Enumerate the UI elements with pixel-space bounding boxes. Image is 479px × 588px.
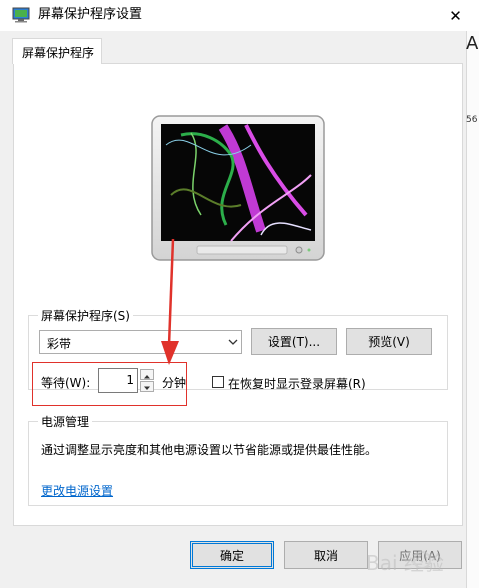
logon-checkbox-label[interactable]: 在恢复时显示登录屏幕(R) bbox=[228, 375, 366, 392]
watermark-text: Bai 经验 bbox=[366, 551, 444, 575]
watermark-logo: Bai 经验 bbox=[366, 551, 444, 575]
ok-button[interactable]: 确定 bbox=[190, 541, 274, 569]
background-window-letter: A bbox=[466, 33, 479, 54]
settings-button[interactable]: 设置(T)... bbox=[251, 328, 337, 355]
screensaver-app-icon bbox=[12, 7, 30, 23]
change-power-settings-link[interactable]: 更改电源设置 bbox=[41, 482, 113, 499]
annotation-highlight-box bbox=[32, 362, 187, 406]
preview-button[interactable]: 预览(V) bbox=[346, 328, 432, 355]
screensaver-dropdown-value: 彩带 bbox=[47, 337, 72, 351]
close-button[interactable]: ✕ bbox=[432, 0, 479, 31]
background-window-number: 56 bbox=[466, 115, 478, 125]
annotation-arrow-icon bbox=[161, 238, 179, 365]
screensaver-group-title: 屏幕保护程序(S) bbox=[38, 307, 133, 324]
tab-screensaver-label: 屏幕保护程序 bbox=[22, 46, 95, 60]
power-group-title: 电源管理 bbox=[38, 413, 93, 430]
window-title: 屏幕保护程序设置 bbox=[38, 7, 143, 22]
power-description: 通过调整显示亮度和其他电源设置以节省能源或提供最佳性能。 bbox=[41, 443, 378, 457]
logon-checkbox[interactable] bbox=[212, 376, 224, 388]
close-icon: ✕ bbox=[449, 6, 462, 25]
cancel-button[interactable]: 取消 bbox=[284, 541, 368, 569]
chevron-down-icon bbox=[228, 339, 238, 345]
